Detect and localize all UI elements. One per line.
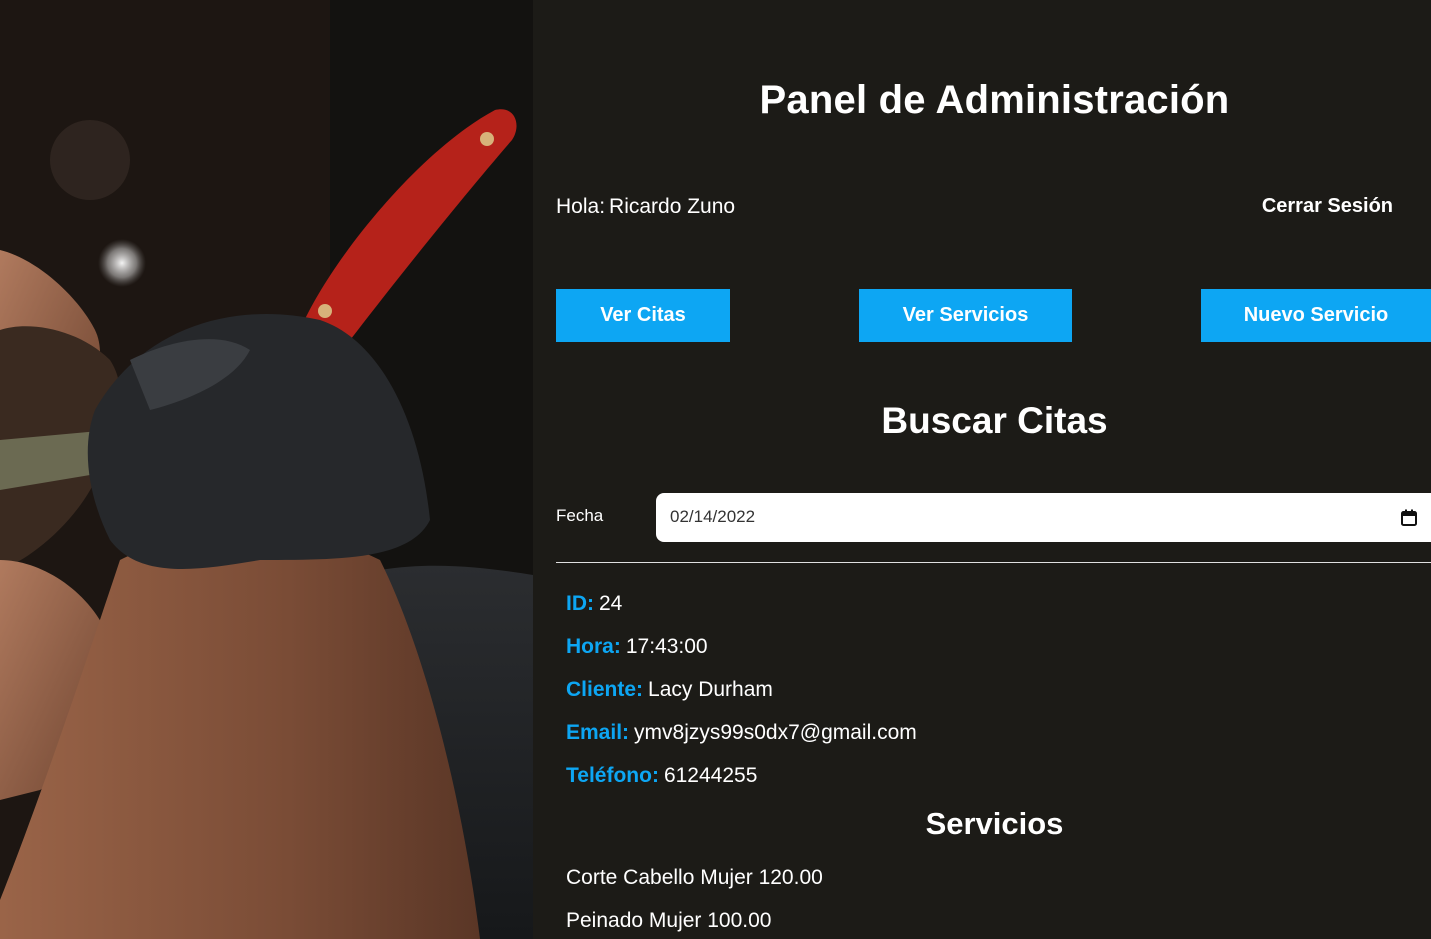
phone-value: 61244255 (663, 764, 758, 787)
date-input[interactable]: 02/14/2022 (656, 493, 1431, 542)
barber-photo (0, 0, 533, 939)
date-label: Fecha (556, 506, 604, 525)
id-value: 24 (599, 592, 623, 615)
view-services-button[interactable]: Ver Servicios (859, 289, 1072, 342)
greeting: Hola: Ricardo Zuno (556, 195, 735, 219)
client-label: Cliente: (566, 678, 644, 701)
appointment-client: Cliente: Lacy Durham (566, 678, 773, 702)
divider (556, 562, 1431, 563)
new-service-button[interactable]: Nuevo Servicio (1201, 289, 1431, 342)
appointment-email: Email: ymv8jzys99s0dx7@gmail.com (566, 721, 917, 745)
date-value[interactable]: 02/14/2022 (670, 507, 755, 527)
appointment-phone: Teléfono: 61244255 (566, 764, 757, 788)
greeting-label: Hola: (556, 195, 606, 218)
services-title: Servicios (925, 806, 1064, 841)
admin-page: Panel de Administración Hola: Ricardo Zun… (0, 0, 1431, 939)
time-label: Hora: (566, 635, 621, 658)
page-title: Panel de Administración (759, 78, 1230, 122)
appointment-time: Hora: 17:43:00 (566, 635, 708, 659)
service-item: Peinado Mujer 100.00 (566, 909, 772, 932)
user-name: Ricardo Zuno (609, 195, 736, 218)
admin-panel: Panel de Administración Hola: Ricardo Zun… (533, 0, 1431, 939)
time-value: 17:43:00 (625, 635, 708, 658)
email-label: Email: (566, 721, 630, 744)
service-item: Corte Cabello Mujer 120.00 (566, 866, 823, 889)
barber-illustration (0, 0, 533, 939)
calendar-icon[interactable] (1401, 509, 1417, 526)
logout-link[interactable]: Cerrar Sesión (1262, 195, 1393, 218)
appointment-id: ID: 24 (566, 592, 622, 616)
email-value: ymv8jzys99s0dx7@gmail.com (634, 721, 917, 744)
phone-label: Teléfono: (566, 764, 659, 787)
search-title: Buscar Citas (881, 400, 1108, 441)
id-label: ID: (566, 592, 594, 615)
view-appointments-button[interactable]: Ver Citas (556, 289, 730, 342)
client-value: Lacy Durham (648, 678, 773, 701)
